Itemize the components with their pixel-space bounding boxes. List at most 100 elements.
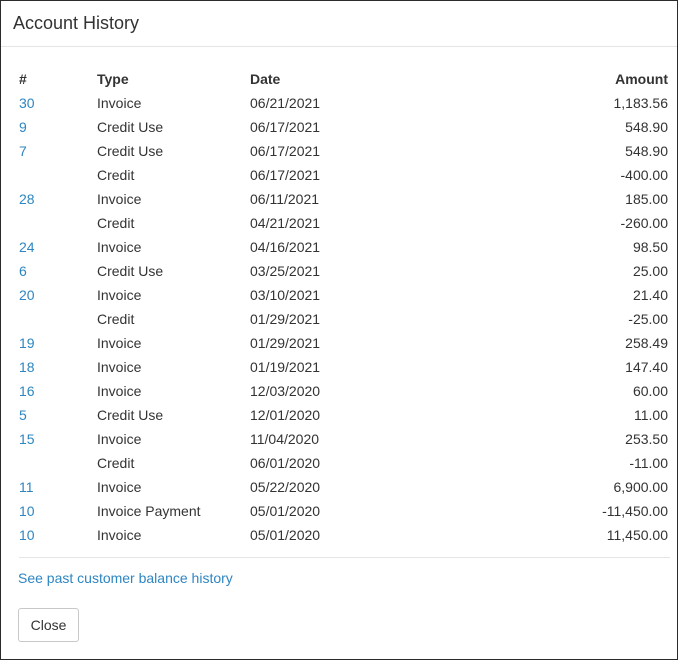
record-number-link[interactable]: 16 [19,383,35,399]
record-number-link[interactable]: 24 [19,239,35,255]
table-row: 10 Invoice Payment 05/01/2020 -11,450.00 [11,499,670,523]
table-row: 30 Invoice 06/21/2021 1,183.56 [11,91,670,115]
table-row: 16 Invoice 12/03/2020 60.00 [11,379,670,403]
record-number-link[interactable]: 6 [19,263,27,279]
row-number-cell: 6 [11,259,89,283]
table-row: 10 Invoice 05/01/2020 11,450.00 [11,523,670,547]
table-row: 28 Invoice 06/11/2021 185.00 [11,187,670,211]
row-type-cell: Invoice [97,239,142,255]
row-number-cell: 28 [11,187,89,211]
row-number-cell: 24 [11,235,89,259]
row-type-cell: Invoice [97,431,142,447]
table-row: Credit 04/21/2021 -260.00 [11,211,670,235]
row-amount-cell: 6,900.00 [613,479,669,495]
table-row: 7 Credit Use 06/17/2021 548.90 [11,139,670,163]
row-type-cell: Credit Use [97,407,164,423]
row-number-cell: 20 [11,283,89,307]
column-header-amount: Amount [615,71,668,87]
row-date-cell: 05/22/2020 [250,479,321,495]
row-amount-cell: 253.50 [625,431,668,447]
record-number-link[interactable]: 9 [19,119,27,135]
table-row: 9 Credit Use 06/17/2021 548.90 [11,115,670,139]
table-row: 18 Invoice 01/19/2021 147.40 [11,355,670,379]
row-number-cell: 9 [11,115,89,139]
row-date-cell: 12/03/2020 [250,383,321,399]
record-number-link[interactable]: 18 [19,359,35,375]
row-type-cell: Invoice [97,191,142,207]
row-date-cell: 12/01/2020 [250,407,321,423]
row-number-cell: 7 [11,139,89,163]
row-number-cell [11,163,89,187]
row-type-cell: Credit Use [97,119,164,135]
row-type-cell: Credit [97,311,135,327]
row-amount-cell: 1,183.56 [613,95,669,111]
row-amount-cell: 21.40 [632,287,668,303]
row-type-cell: Invoice [97,383,142,399]
row-amount-cell: -260.00 [620,215,668,231]
row-date-cell: 01/29/2021 [250,311,321,327]
record-number-link[interactable]: 7 [19,143,27,159]
row-type-cell: Invoice [97,527,142,543]
row-amount-cell: 258.49 [625,335,668,351]
record-number-link[interactable]: 30 [19,95,35,111]
row-amount-cell: 11.00 [634,407,668,423]
table-row: 15 Invoice 11/04/2020 253.50 [11,427,670,451]
table-row: 19 Invoice 01/29/2021 258.49 [11,331,670,355]
row-date-cell: 01/19/2021 [250,359,321,375]
table-row: Credit 06/01/2020 -11.00 [11,451,670,475]
row-number-cell: 15 [11,427,89,451]
row-type-cell: Credit Use [97,263,164,279]
record-number-link[interactable]: 19 [19,335,35,351]
row-date-cell: 05/01/2020 [250,503,321,519]
row-amount-cell: 25.00 [632,263,668,279]
record-number-link[interactable]: 10 [19,527,35,543]
row-amount-cell: 11,450.00 [606,527,668,543]
row-amount-cell: -11.00 [629,455,668,471]
row-date-cell: 06/17/2021 [250,167,321,183]
row-amount-cell: -400.00 [620,167,668,183]
row-type-cell: Credit [97,215,135,231]
row-type-cell: Invoice [97,479,142,495]
row-date-cell: 04/16/2021 [250,239,321,255]
row-number-cell: 18 [11,355,89,379]
modal-title: Account History [13,13,140,33]
row-number-cell [11,307,89,331]
past-balance-history-link[interactable]: See past customer balance history [18,568,667,588]
row-date-cell: 06/17/2021 [250,143,321,159]
table-row: 24 Invoice 04/16/2021 98.50 [11,235,670,259]
account-history-table: # Type Date Amount 30 Invoice 06/21/2021 1,… [11,67,670,547]
row-type-cell: Invoice Payment [97,503,201,519]
row-number-cell [11,211,89,235]
row-amount-cell: -11,450.00 [602,503,668,519]
row-amount-cell: 147.40 [625,359,668,375]
row-amount-cell: 548.90 [625,119,668,135]
row-number-cell: 10 [11,523,89,547]
row-type-cell: Invoice [97,287,142,303]
record-number-link[interactable]: 28 [19,191,35,207]
table-row: Credit 06/17/2021 -400.00 [11,163,670,187]
row-number-cell: 19 [11,331,89,355]
row-number-cell: 11 [11,475,89,499]
row-amount-cell: 548.90 [625,143,668,159]
row-type-cell: Credit [97,455,135,471]
record-number-link[interactable]: 20 [19,287,35,303]
row-amount-cell: 98.50 [632,239,668,255]
row-number-cell: 30 [11,91,89,115]
row-date-cell: 03/25/2021 [250,263,321,279]
record-number-link[interactable]: 10 [19,503,35,519]
record-number-link[interactable]: 11 [19,479,34,495]
row-number-cell: 5 [11,403,89,427]
close-button[interactable]: Close [18,608,79,642]
table-header-row: # Type Date Amount [11,67,670,91]
record-number-link[interactable]: 15 [19,431,35,447]
column-header-type: Type [97,71,129,87]
row-date-cell: 03/10/2021 [250,287,321,303]
row-type-cell: Invoice [97,95,142,111]
record-number-link[interactable]: 5 [19,407,27,423]
row-date-cell: 04/21/2021 [250,215,321,231]
row-number-cell: 10 [11,499,89,523]
table-row: 6 Credit Use 03/25/2021 25.00 [11,259,670,283]
row-type-cell: Invoice [97,335,142,351]
column-header-number: # [19,71,27,87]
row-amount-cell: 185.00 [625,191,668,207]
